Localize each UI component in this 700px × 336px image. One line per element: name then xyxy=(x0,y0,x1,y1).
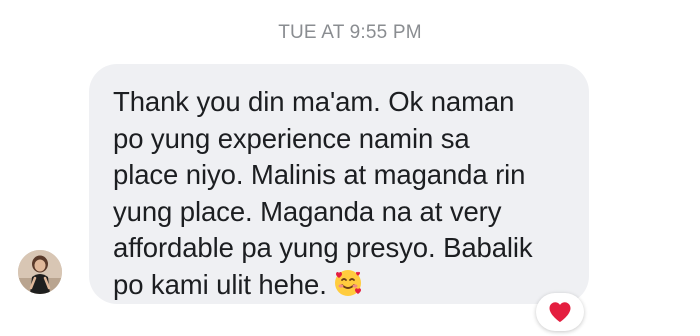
sender-avatar[interactable] xyxy=(18,250,62,294)
heart-icon xyxy=(549,302,571,322)
smiling-face-with-hearts-icon xyxy=(333,268,363,303)
message-text: Thank you din ma'am. Ok naman po yung ex… xyxy=(113,86,533,300)
message-bubble[interactable]: Thank you din ma'am. Ok naman po yung ex… xyxy=(89,64,589,304)
message-timestamp: TUE AT 9:55 PM xyxy=(278,22,422,43)
avatar-photo xyxy=(18,250,62,294)
reaction-badge[interactable] xyxy=(536,293,584,331)
